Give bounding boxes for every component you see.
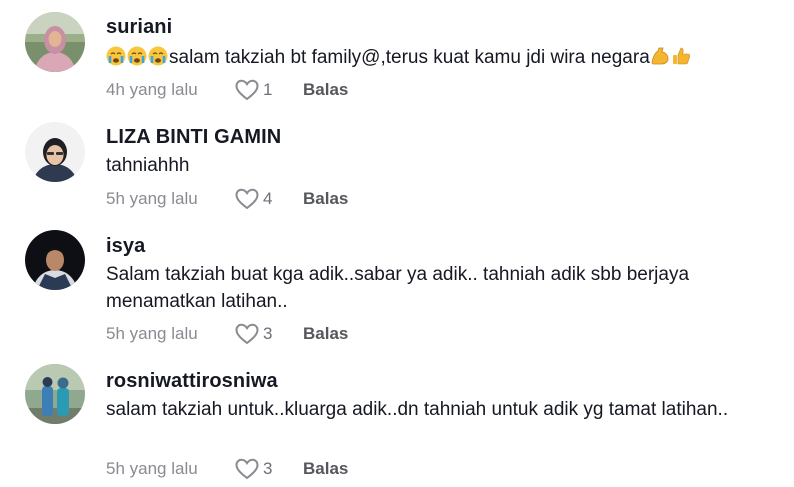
crying-face-icon: [127, 46, 147, 66]
avatar[interactable]: [25, 230, 85, 290]
comment-username[interactable]: suriani: [106, 16, 172, 39]
comment-timestamp: 5h yang lalu: [106, 459, 198, 478]
like-count: 3: [263, 324, 273, 343]
comment-text-body: Salam takziah buat kga adik..sabar ya ad…: [106, 264, 690, 312]
avatar[interactable]: [25, 12, 85, 72]
avatar[interactable]: [25, 364, 85, 424]
heart-icon[interactable]: [234, 187, 260, 211]
comment-text: salam takziah untuk..kluarga adik..dn ta…: [106, 396, 776, 423]
comment-username[interactable]: LIZA BINTI GAMIN: [106, 126, 281, 149]
crying-face-icon: [106, 46, 126, 66]
comment-username[interactable]: rosniwattirosniwa: [106, 370, 278, 393]
avatar[interactable]: [25, 122, 85, 182]
heart-icon[interactable]: [234, 457, 260, 481]
like-count: 4: [263, 189, 273, 208]
heart-icon[interactable]: [234, 322, 260, 346]
heart-icon[interactable]: [234, 78, 260, 102]
reply-button[interactable]: Balas: [303, 189, 348, 209]
crying-face-icon: [148, 46, 168, 66]
reply-button[interactable]: Balas: [303, 80, 348, 100]
comment-timestamp: 5h yang lalu: [106, 324, 198, 343]
like-count: 1: [263, 80, 273, 99]
comment-timestamp: 5h yang lalu: [106, 189, 198, 208]
comment-text-body: salam takziah bt family@,terus kuat kamu…: [169, 47, 650, 68]
comment-username[interactable]: isya: [106, 235, 145, 258]
thumbs-up-icon: [672, 47, 690, 65]
comment-timestamp: 4h yang lalu: [106, 80, 198, 99]
comment-text-body: tahniahhh: [106, 155, 190, 176]
comment-text: tahniahhh: [106, 152, 776, 179]
like-count: 3: [263, 459, 273, 478]
comment-text: Salam takziah buat kga adik..sabar ya ad…: [106, 261, 776, 315]
reply-button[interactable]: Balas: [303, 324, 348, 344]
comment-text: salam takziah bt family@,terus kuat kamu…: [106, 44, 776, 71]
reply-button[interactable]: Balas: [303, 459, 348, 479]
comment-text-body: salam takziah untuk..kluarga adik..dn ta…: [106, 399, 729, 420]
flexed-biceps-icon: [651, 47, 669, 65]
